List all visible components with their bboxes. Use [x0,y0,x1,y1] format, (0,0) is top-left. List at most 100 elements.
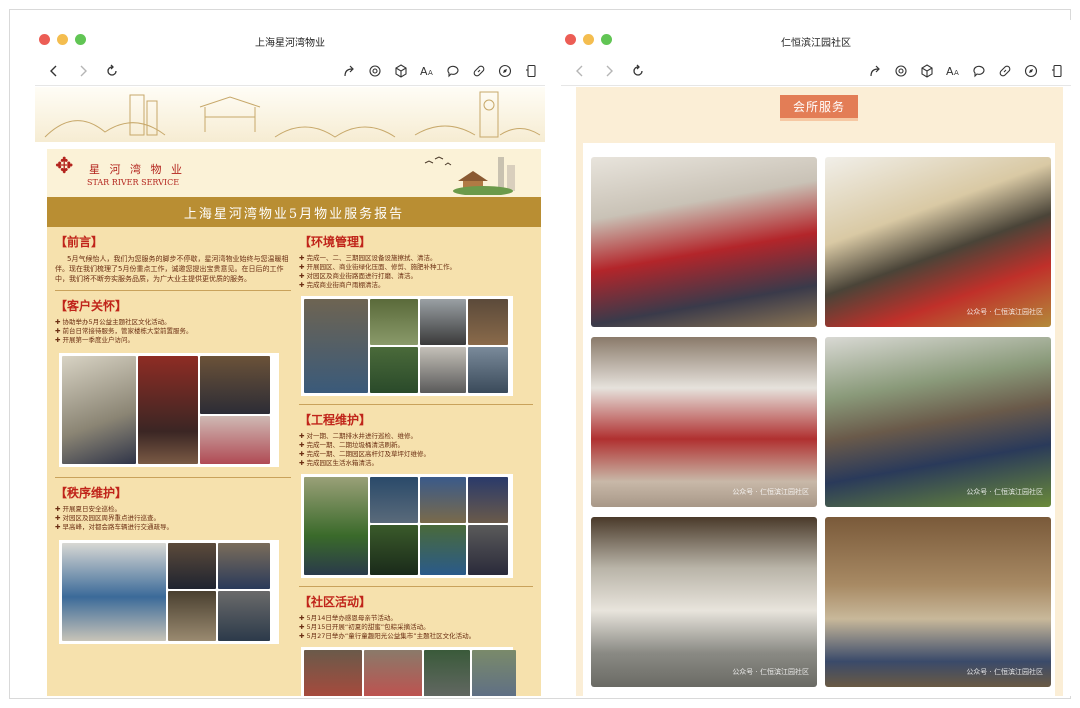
section-heading-environment: 【环境管理】 [299,235,372,249]
forward-icon[interactable] [600,62,617,79]
package-icon[interactable] [918,62,935,79]
photo-concierge [200,356,270,414]
watermark: 公众号 · 仁恒滨江园社区 [966,668,1043,676]
title-bar: 上海星河湾物业 [35,20,545,60]
link-icon[interactable] [470,62,487,79]
chinese-knot-logo-icon: ✥ [55,154,74,179]
window-title: 上海星河湾物业 [255,38,325,49]
photo-repair [420,525,466,575]
gallery-photo-decorating-tree [591,157,817,327]
environment-item: ✚ 对园区及商业街路面进行打磨、清洁。 [299,272,418,280]
community-item-text: 5月27日举办“童行童趣阳光公益集市”主题社区文化活动。 [306,632,476,640]
photo-reception [62,356,136,464]
photo-light [420,477,466,523]
svg-text:A: A [954,69,959,77]
care-item-text: 前台日常接待服务，管家楼栋大堂前置服务。 [62,327,193,335]
order-item-text: 对园区及园区周界重点进行巡查。 [62,514,161,522]
photo-cleaning [304,299,368,393]
engineering-item: ✚ 完成一期、二期垃圾桶清洁刷新。 [299,441,405,449]
link-icon[interactable] [996,62,1013,79]
poster-column-left: 【前言】 5月气候怡人，我们为您服务的脚步不停歇，星河湾物业始终与您温暖相伴。现… [55,233,291,644]
settings-icon[interactable] [892,62,909,79]
forward-icon[interactable] [74,62,91,79]
order-item: ✚ 对园区及园区周界重点进行巡查。 [55,514,161,522]
photo-market [424,650,470,696]
logo-chinese-name: 星 河 湾 物 业 [89,163,185,176]
font-size-icon[interactable]: AA [944,62,961,79]
engineering-item: ✚ 完成一期、二期园区高杆灯及草坪灯维修。 [299,450,431,458]
photo-pump [468,477,508,523]
page-content: 会所服务 公众号 · 仁恒滨江园社区 公众号 · 仁恒滨江园社区 公众号 · 仁… [561,87,1071,696]
main-title-band: 上海星河湾物业5月物业服务报告 [47,197,541,227]
engineering-item-text: 完成园区生活水箱清洁。 [306,459,379,467]
compass-icon[interactable] [496,62,513,79]
section-heading-preface: 【前言】 [55,235,104,249]
order-item: ✚ 开展夏日安全巡检。 [55,505,122,513]
section-badge: 会所服务 [780,95,858,121]
poster-header: ✥ 星 河 湾 物 业 STAR RIVER SERVICE [47,149,541,197]
comment-icon[interactable] [970,62,987,79]
watermark: 公众号 · 仁恒滨江园社区 [732,488,809,496]
share-icon[interactable] [866,62,883,79]
screen-frame: 上海星河湾物业 AA ✥ 星 河 湾 物 业 STAR RIVER SERVIC… [9,9,1071,699]
font-size-icon[interactable]: AA [418,62,435,79]
package-icon[interactable] [392,62,409,79]
mobile-icon[interactable] [1048,62,1065,79]
care-item-text: 开展第一季度业户访问。 [62,336,135,344]
mobile-icon[interactable] [522,62,539,79]
back-icon[interactable] [571,62,588,79]
back-icon[interactable] [45,62,62,79]
engineering-item-text: 对一期、二期排水井进行巡检、维修。 [306,432,418,440]
reload-icon[interactable] [629,62,646,79]
gallery-photo-wrapping-tree: 公众号 · 仁恒滨江园社区 [825,337,1051,507]
photo-mothers-day [304,650,362,696]
photo-traffic [218,591,270,641]
section-heading-engineering: 【工程维护】 [299,413,372,427]
photo-tank [468,525,508,575]
care-item: ✚ 协助举办5月公益主题社区文化活动。 [55,318,171,326]
photo-gallery: 公众号 · 仁恒滨江园社区 公众号 · 仁恒滨江园社区 公众号 · 仁恒滨江园社… [583,143,1055,696]
watermark: 公众号 · 仁恒滨江园社区 [966,308,1043,316]
environment-item: ✚ 完成商业街商户雨棚清洁。 [299,281,385,289]
environment-item-text: 对园区及商业街路面进行打磨、清洁。 [306,272,418,280]
reload-icon[interactable] [103,62,120,79]
share-icon[interactable] [340,62,357,79]
environment-item: ✚ 开展园区、商业街绿化压面、修剪、施肥补种工作。 [299,263,457,271]
photo-street [420,299,466,345]
environment-item-text: 开展园区、商业街绿化压面、修剪、施肥补种工作。 [306,263,457,271]
photo-lamp [370,525,418,575]
photo-kids [472,650,516,696]
watermark: 公众号 · 仁恒滨江园社区 [732,668,809,676]
order-item-text: 早高峰，对都会路车辆进行交通疏导。 [62,523,174,531]
gallery-photo-cabinet-repair: 公众号 · 仁恒滨江园社区 [825,517,1051,687]
photo-guard [62,543,166,641]
community-item-text: 5月15日开展“初夏的甜蜜”包粽采摘活动。 [306,623,430,631]
community-photo-collage [301,647,516,696]
community-item-text: 5月14日举办感恩母亲节活动。 [306,614,397,622]
title-bar: 仁恒滨江园社区 [561,20,1071,60]
svg-text:A: A [420,65,428,78]
care-photo-collage [59,353,279,467]
care-item-text: 协助举办5月公益主题社区文化活动。 [62,318,171,326]
photo-zongzi [364,650,422,696]
order-item-text: 开展夏日安全巡检。 [62,505,122,513]
compass-icon[interactable] [1022,62,1039,79]
settings-icon[interactable] [366,62,383,79]
comment-icon[interactable] [444,62,461,79]
community-item: ✚ 5月27日举办“童行童趣阳光公益集市”主题社区文化活动。 [299,632,476,640]
divider [55,290,291,291]
svg-text:A: A [428,69,433,77]
environment-photo-collage [301,296,513,396]
photo-road [420,347,466,393]
photo-patrol [168,543,216,589]
section-heading-community: 【社区活动】 [299,595,372,609]
environment-item-text: 完成商业街商户雨棚清洁。 [306,281,385,289]
photo-lawn [370,299,418,345]
photo-well [304,477,368,575]
environment-item: ✚ 完成一、二、三期园区设备设施擦拭、清洁。 [299,254,437,262]
gallery-photo-new-year-display: 公众号 · 仁恒滨江园社区 [591,337,817,507]
order-item: ✚ 早高峰，对都会路车辆进行交通疏导。 [55,523,174,531]
city-skyline-illustration [424,156,515,195]
divider [55,477,291,478]
community-item: ✚ 5月14日举办感恩母亲节活动。 [299,614,397,622]
